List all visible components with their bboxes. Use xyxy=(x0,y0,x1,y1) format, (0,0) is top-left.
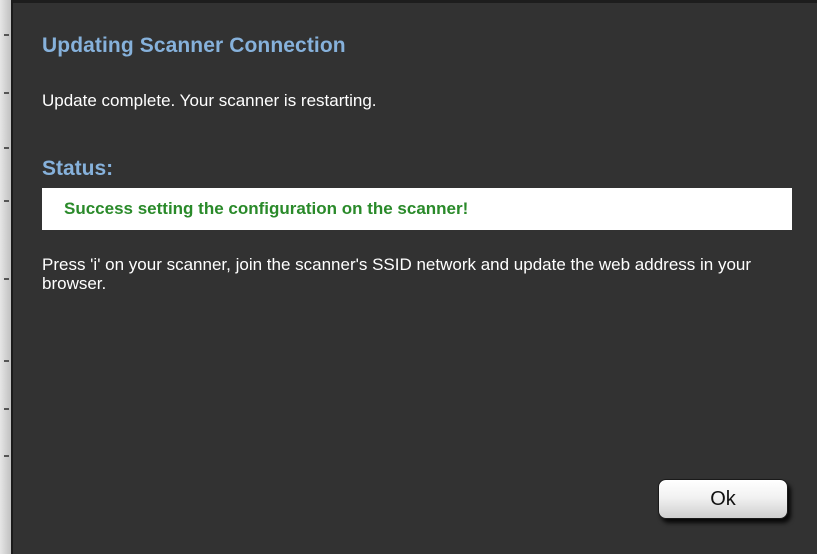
background-tick xyxy=(4,408,9,410)
background-tick xyxy=(4,278,9,280)
instructions-text: Press 'i' on your scanner, join the scan… xyxy=(42,255,752,293)
ok-button[interactable]: Ok xyxy=(658,479,788,519)
background-tick xyxy=(4,200,9,202)
background-tick xyxy=(4,92,9,94)
dialog-title: Updating Scanner Connection xyxy=(42,34,346,57)
status-heading: Status: xyxy=(42,157,114,180)
status-text: Success setting the configuration on the… xyxy=(64,199,469,218)
background-tick xyxy=(4,34,9,36)
screen: Updating Scanner Connection Update compl… xyxy=(0,0,817,554)
background-tick xyxy=(4,360,9,362)
update-message: Update complete. Your scanner is restart… xyxy=(42,91,377,110)
update-dialog: Updating Scanner Connection Update compl… xyxy=(11,0,817,554)
background-tick xyxy=(4,455,9,457)
background-tick xyxy=(4,147,9,149)
status-box: Success setting the configuration on the… xyxy=(42,188,792,230)
